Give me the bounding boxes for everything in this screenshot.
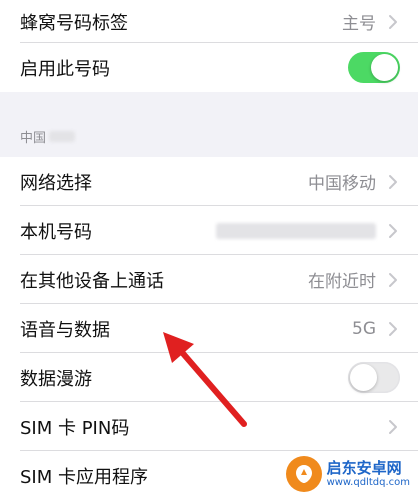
chevron-right-icon <box>389 419 397 434</box>
redacted-carrier-name <box>49 131 76 142</box>
chevron-right-icon <box>389 14 397 29</box>
my-number-row[interactable]: 本机号码 <box>0 206 418 255</box>
row-value: 在附近时 <box>308 272 376 292</box>
switch-knob <box>350 364 377 391</box>
voice-and-data-row[interactable]: 语音与数据 5G <box>0 304 418 353</box>
row-value: 主号 <box>342 14 376 34</box>
row-label: 语音与数据 <box>20 319 110 341</box>
chevron-right-icon <box>389 272 397 287</box>
site-watermark: 启东安卓网 www.qdltdq.com <box>281 454 414 494</box>
row-label: 本机号码 <box>20 221 92 243</box>
watermark-url: www.qdltdq.com <box>326 476 410 488</box>
chevron-right-icon <box>389 174 397 189</box>
redacted-phone-number <box>216 222 376 239</box>
chevron-right-icon <box>389 321 397 336</box>
watermark-title: 启东安卓网 <box>326 459 402 478</box>
enable-number-row: 启用此号码 <box>0 43 418 92</box>
row-label: SIM 卡 PIN码 <box>20 417 130 439</box>
data-roaming-switch[interactable] <box>348 362 400 393</box>
cellular-number-label-row[interactable]: 蜂窝号码标签 主号 <box>0 0 418 43</box>
network-selection-row[interactable]: 网络选择 中国移动 <box>0 157 418 206</box>
calls-on-other-devices-row[interactable]: 在其他设备上通话 在附近时 <box>0 255 418 304</box>
top-settings-group: 蜂窝号码标签 主号 启用此号码 <box>0 0 418 92</box>
watermark-text: 启东安卓网 www.qdltdq.com <box>327 460 410 488</box>
row-label: 蜂窝号码标签 <box>20 12 128 34</box>
section-header-text: 中国 <box>20 131 47 146</box>
chevron-right-icon <box>389 223 397 238</box>
row-label: 在其他设备上通话 <box>20 270 164 292</box>
sim-pin-row[interactable]: SIM 卡 PIN码 <box>0 402 418 451</box>
row-label: 网络选择 <box>20 172 92 194</box>
enable-number-switch[interactable] <box>348 52 400 83</box>
watermark-logo-icon <box>285 456 322 492</box>
switch-knob <box>371 54 398 81</box>
row-value: 5G <box>352 318 376 339</box>
row-label: 启用此号码 <box>20 58 110 80</box>
data-roaming-row: 数据漫游 <box>0 353 418 402</box>
section-background <box>0 92 418 157</box>
row-value: 中国移动 <box>308 174 376 194</box>
carrier-section-header: 中国 <box>20 127 76 146</box>
row-label: 数据漫游 <box>20 368 92 390</box>
carrier-settings-group: 网络选择 中国移动 本机号码 在其他设备上通话 在附近时 语音与数据 5G 数据… <box>0 157 418 500</box>
